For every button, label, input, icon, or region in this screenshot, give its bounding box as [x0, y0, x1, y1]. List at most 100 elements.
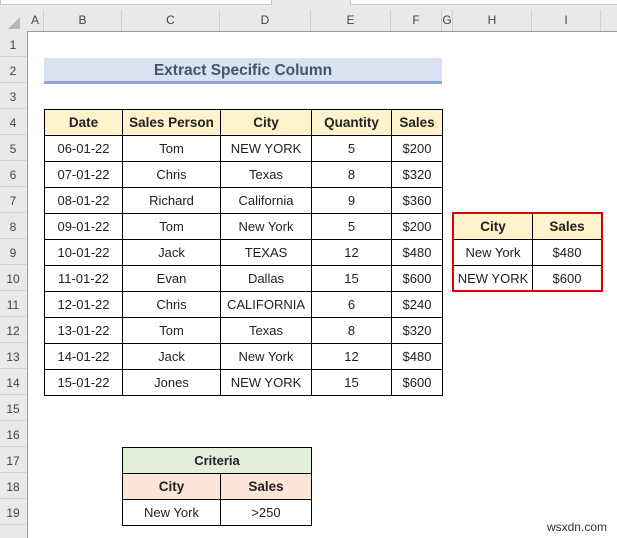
column-header-E[interactable]: E: [311, 10, 391, 31]
row-header-7[interactable]: 7: [0, 187, 26, 213]
main-table-cell[interactable]: Jack: [122, 239, 221, 266]
main-table-cell[interactable]: 10-01-22: [44, 239, 123, 266]
main-table-cell[interactable]: 12: [311, 343, 392, 370]
main-table-cell[interactable]: New York: [220, 343, 312, 370]
main-table-cell[interactable]: NEW YORK: [220, 369, 312, 396]
main-table-cell[interactable]: $200: [391, 213, 443, 240]
row-header-12[interactable]: 12: [0, 317, 26, 343]
main-table-cell[interactable]: 14-01-22: [44, 343, 123, 370]
main-table-cell[interactable]: 09-01-22: [44, 213, 123, 240]
main-table-cell[interactable]: Texas: [220, 161, 312, 188]
column-header-G[interactable]: G: [442, 10, 453, 31]
main-table-cell[interactable]: Chris: [122, 161, 221, 188]
column-header-I[interactable]: I: [532, 10, 601, 31]
main-table-cell[interactable]: 15: [311, 369, 392, 396]
row-header-4[interactable]: 4: [0, 109, 26, 135]
row-header-17[interactable]: 17: [0, 447, 26, 473]
result-table-header-cell[interactable]: City: [453, 213, 533, 240]
row-header-15[interactable]: 15: [0, 395, 26, 421]
main-table-cell[interactable]: 08-01-22: [44, 187, 123, 214]
main-table-cell[interactable]: $480: [391, 239, 443, 266]
main-table-cell[interactable]: TEXAS: [220, 239, 312, 266]
main-table-cell[interactable]: 12: [311, 239, 392, 266]
main-table-header-cell[interactable]: Sales: [391, 109, 443, 136]
main-table-cell[interactable]: 6: [311, 291, 392, 318]
column-header-F[interactable]: F: [391, 10, 442, 31]
result-table-cell[interactable]: $480: [532, 239, 602, 266]
main-table-cell[interactable]: 13-01-22: [44, 317, 123, 344]
main-table-cell[interactable]: $200: [391, 135, 443, 162]
formula-bar-strip: [0, 0, 617, 10]
main-table-cell[interactable]: 8: [311, 317, 392, 344]
column-header-B[interactable]: B: [44, 10, 122, 31]
main-table-cell[interactable]: 15-01-22: [44, 369, 123, 396]
criteria-title-cell[interactable]: Criteria: [122, 447, 312, 474]
criteria-value-cell[interactable]: >250: [220, 499, 312, 526]
main-table-header-cell[interactable]: Date: [44, 109, 123, 136]
result-table-cell[interactable]: $600: [532, 265, 602, 292]
row-header-13[interactable]: 13: [0, 343, 26, 369]
result-table-cell[interactable]: New York: [453, 239, 533, 266]
row-header-6[interactable]: 6: [0, 161, 26, 187]
main-table-cell[interactable]: 12-01-22: [44, 291, 123, 318]
main-table-cell[interactable]: NEW YORK: [220, 135, 312, 162]
result-table-cell[interactable]: NEW YORK: [453, 265, 533, 292]
main-table-cell[interactable]: 07-01-22: [44, 161, 123, 188]
row-header-16[interactable]: 16: [0, 421, 26, 447]
criteria-header-cell[interactable]: Sales: [220, 473, 312, 500]
row-header-9[interactable]: 9: [0, 239, 26, 265]
main-table-cell[interactable]: Tom: [122, 213, 221, 240]
column-header-D[interactable]: D: [220, 10, 311, 31]
main-table-cell[interactable]: Dallas: [220, 265, 312, 292]
sheet-title[interactable]: Extract Specific Column: [44, 58, 442, 84]
main-table-cell[interactable]: Jones: [122, 369, 221, 396]
row-header-5[interactable]: 5: [0, 135, 26, 161]
main-table-cell[interactable]: 06-01-22: [44, 135, 123, 162]
main-table-cell[interactable]: $320: [391, 317, 443, 344]
main-table-cell[interactable]: Tom: [122, 317, 221, 344]
watermark: wsxdn.com: [546, 520, 607, 534]
main-table-cell[interactable]: Texas: [220, 317, 312, 344]
main-table-cell[interactable]: $480: [391, 343, 443, 370]
column-header-H[interactable]: H: [453, 10, 532, 31]
column-header-A[interactable]: A: [27, 10, 44, 31]
main-table-cell[interactable]: CALIFORNIA: [220, 291, 312, 318]
main-table-header-cell[interactable]: Sales Person: [122, 109, 221, 136]
name-box[interactable]: [0, 0, 272, 5]
main-table-cell[interactable]: Richard: [122, 187, 221, 214]
main-table-cell[interactable]: 11-01-22: [44, 265, 123, 292]
row-header-1[interactable]: 1: [0, 31, 26, 57]
criteria-header-cell[interactable]: City: [122, 473, 221, 500]
main-table-cell[interactable]: $600: [391, 265, 443, 292]
main-table-cell[interactable]: Chris: [122, 291, 221, 318]
main-table-cell[interactable]: California: [220, 187, 312, 214]
main-table-cell[interactable]: $320: [391, 161, 443, 188]
criteria-value-cell[interactable]: New York: [122, 499, 221, 526]
row-header-10[interactable]: 10: [0, 265, 26, 291]
row-header-14[interactable]: 14: [0, 369, 26, 395]
row-header-2[interactable]: 2: [0, 57, 26, 83]
result-table-header-cell[interactable]: Sales: [532, 213, 602, 240]
main-table-cell[interactable]: Evan: [122, 265, 221, 292]
main-table-cell[interactable]: 9: [311, 187, 392, 214]
row-header-11[interactable]: 11: [0, 291, 26, 317]
row-header-19[interactable]: 19: [0, 499, 26, 525]
main-table-cell[interactable]: 5: [311, 135, 392, 162]
main-table-header-cell[interactable]: Quantity: [311, 109, 392, 136]
formula-bar[interactable]: [350, 0, 617, 5]
main-table-cell[interactable]: $240: [391, 291, 443, 318]
main-table-cell[interactable]: 8: [311, 161, 392, 188]
main-table-cell[interactable]: 15: [311, 265, 392, 292]
column-header-C[interactable]: C: [122, 10, 220, 31]
main-table-cell[interactable]: Jack: [122, 343, 221, 370]
main-table-cell[interactable]: $600: [391, 369, 443, 396]
row-header-18[interactable]: 18: [0, 473, 26, 499]
main-table-cell[interactable]: $360: [391, 187, 443, 214]
row-header-8[interactable]: 8: [0, 213, 26, 239]
select-all-button[interactable]: [8, 17, 20, 29]
main-table-header-cell[interactable]: City: [220, 109, 312, 136]
main-table-cell[interactable]: 5: [311, 213, 392, 240]
row-header-3[interactable]: 3: [0, 83, 26, 109]
main-table-cell[interactable]: Tom: [122, 135, 221, 162]
main-table-cell[interactable]: New York: [220, 213, 312, 240]
